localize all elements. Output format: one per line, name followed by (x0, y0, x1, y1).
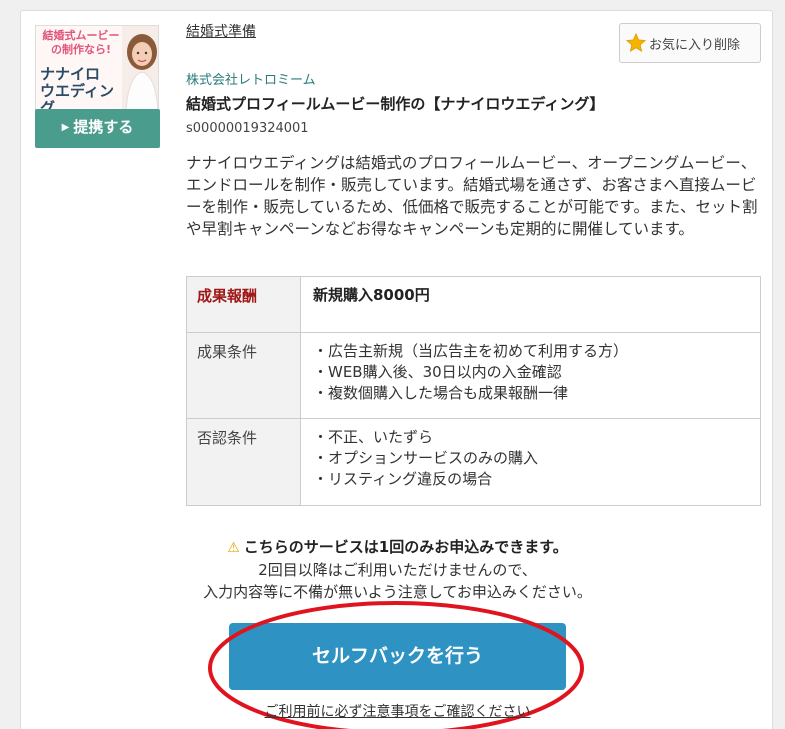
condition-list: ・広告主新規（当広告主を初めて利用する方） ・WEB購入後、30日以内の入金確認… (300, 332, 761, 419)
program-title: 結婚式プロフィールムービー制作の【ナナイロウエディング】 (186, 95, 605, 113)
rejection-list: ・不正、いたずら ・オプションサービスのみの購入 ・リスティング違反の場合 (300, 418, 761, 506)
program-thumbnail[interactable]: 結婚式ムービーの制作なら! ナナイロ ウエディング (35, 25, 159, 111)
reward-value: 新規購入8000円 (300, 276, 761, 333)
condition-item: ・複数個購入した場合も成果報酬一律 (313, 384, 569, 402)
rejection-row: 否認条件 ・不正、いたずら ・オプションサービスのみの購入 ・リスティング違反の… (186, 418, 761, 506)
play-triangle-icon: ▶ (61, 122, 70, 133)
notice-headline: ⚠ こちらのサービスは1回のみお申込みできます。 (227, 538, 568, 556)
condition-label: 成果条件 (186, 332, 301, 419)
thumbnail-brand: ナナイロ ウエディング (40, 65, 114, 111)
category-link[interactable]: 結婚式準備 (186, 21, 256, 41)
warning-icon: ⚠ (227, 540, 240, 556)
notice-line-1: 2回目以降はご利用いただけませんので、 (258, 561, 537, 579)
reward-label: 成果報酬 (186, 276, 301, 333)
rejection-item: ・リスティング違反の場合 (313, 470, 493, 488)
terms-table: 成果報酬 新規購入8000円 成果条件 ・広告主新規（当広告主を初めて利用する方… (186, 276, 761, 506)
thumbnail-catch: 結婚式ムービーの制作なら! (42, 29, 120, 56)
rejection-item: ・オプションサービスのみの購入 (313, 449, 539, 467)
condition-item: ・広告主新規（当広告主を初めて利用する方） (313, 342, 629, 360)
star-icon (625, 32, 647, 53)
precautions-link[interactable]: ご利用前に必ず注意事項をご確認ください (21, 701, 774, 721)
rejection-label: 否認条件 (186, 418, 301, 506)
condition-item: ・WEB購入後、30日以内の入金確認 (313, 363, 562, 381)
program-card: 結婚式ムービーの制作なら! ナナイロ ウエディング ▶ 提携する 結婚式準備 お気… (20, 10, 773, 729)
reward-row: 成果報酬 新規購入8000円 (186, 276, 761, 333)
company-name: 株式会社レトロミーム (186, 73, 316, 88)
program-description: ナナイロウエディングは結婚式のプロフィールムービー、オープニングムービー、エンド… (186, 154, 758, 238)
bride-image (122, 26, 158, 110)
notice-line-2: 入力内容等に不備が無いよう注意してお申込みください。 (203, 583, 592, 601)
affiliate-button[interactable]: ▶ 提携する (35, 109, 160, 148)
program-code: s00000019324001 (186, 121, 309, 136)
rejection-item: ・不正、いたずら (313, 428, 434, 446)
favorite-remove-button[interactable]: お気に入り削除 (619, 23, 761, 63)
self-back-button[interactable]: セルフバックを行う (229, 623, 566, 690)
condition-row: 成果条件 ・広告主新規（当広告主を初めて利用する方） ・WEB購入後、30日以内… (186, 332, 761, 419)
